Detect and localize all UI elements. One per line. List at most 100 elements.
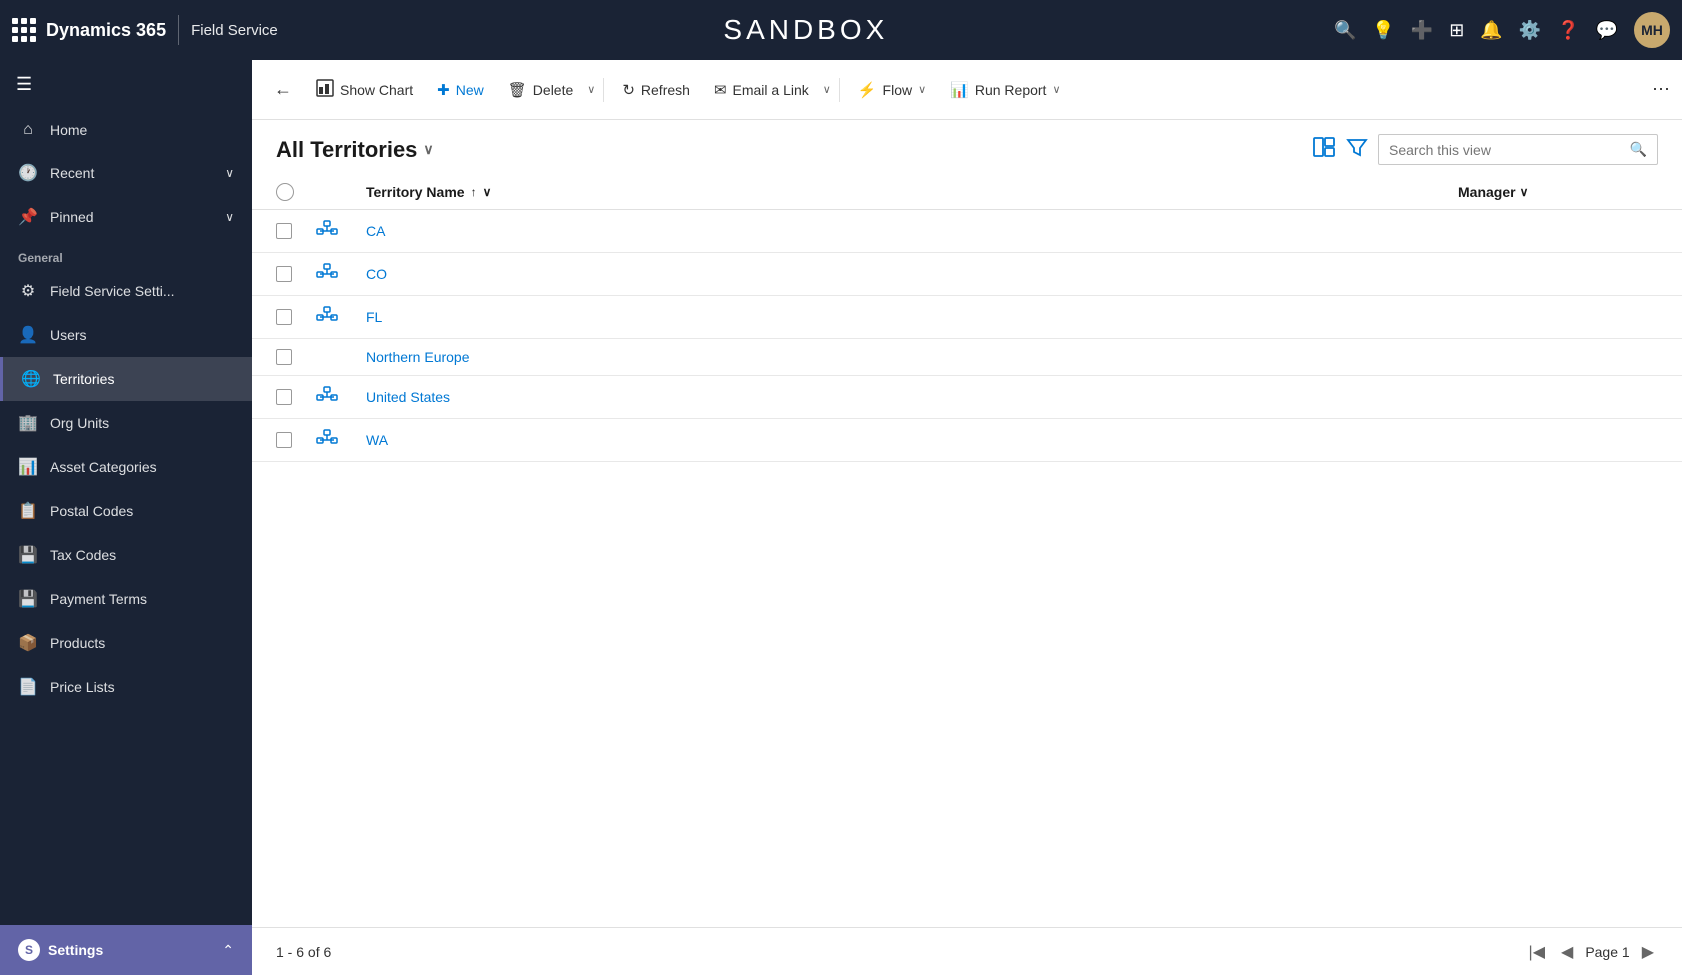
more-actions-chevron[interactable]: ∨ [587,83,595,96]
filter-icon[interactable]: ⊞ [1449,20,1464,41]
waffle-icon[interactable] [12,18,36,42]
sidebar-item-pinned[interactable]: 📌 Pinned ∨ [0,195,252,239]
home-icon: ⌂ [18,121,38,139]
user-avatar[interactable]: MH [1634,12,1670,48]
sidebar-item-postal-codes[interactable]: 📋 Postal Codes [0,489,252,533]
row-checkbox[interactable] [276,432,316,448]
module-name: Field Service [191,22,278,39]
flow-button[interactable]: ⚡ Flow ∨ [848,75,936,105]
layout-icon[interactable] [1312,135,1336,165]
row-checkbox[interactable] [276,223,316,239]
table-row[interactable]: WA [252,419,1682,462]
bell-icon[interactable]: 🔔 [1480,20,1502,41]
asset-icon: 📊 [18,457,38,477]
sidebar-item-home[interactable]: ⌂ Home [0,109,252,151]
email-chevron[interactable]: ∨ [823,83,831,96]
nav-logo[interactable]: Dynamics 365 [12,18,166,42]
settings-icon[interactable]: ⚙️ [1519,20,1541,41]
territory-name-cell[interactable]: FL [366,309,1458,325]
territory-name-label: Territory Name [366,184,465,200]
table-row[interactable]: CA [252,210,1682,253]
refresh-button[interactable]: ↻ Refresh [612,75,700,105]
first-page-button[interactable]: |◀ [1525,938,1549,966]
row-icon [316,386,366,408]
sidebar-item-org-units[interactable]: 🏢 Org Units [0,401,252,445]
checkbox[interactable] [276,266,292,282]
more-button[interactable]: ⋯ [1652,79,1670,100]
select-all-checkbox[interactable] [276,183,294,201]
new-button[interactable]: ✚ New [427,75,494,105]
delete-button[interactable]: 🗑 Delete [498,75,584,105]
sort-chevron-icon[interactable]: ∨ [483,185,492,199]
data-table: Territory Name ↑ ∨ Manager ∨ [252,175,1682,927]
checkbox[interactable] [276,309,292,325]
table-row[interactable]: CO [252,253,1682,296]
flow-label: Flow [883,82,913,98]
sidebar-item-payment-terms[interactable]: 💾 Payment Terms [0,577,252,621]
chart-icon [316,79,334,101]
territory-name-cell[interactable]: WA [366,432,1458,448]
header-checkbox[interactable] [276,183,316,201]
prev-page-button[interactable]: ◀ [1557,938,1577,966]
chevron-down-icon: ∨ [225,210,234,224]
sidebar-item-label: Price Lists [50,679,115,695]
sidebar-item-products[interactable]: 📦 Products [0,621,252,665]
run-report-button[interactable]: 📊 Run Report ∨ [940,75,1070,105]
search-box[interactable]: 🔍 [1378,134,1658,165]
row-checkbox[interactable] [276,389,316,405]
sidebar-item-recent[interactable]: 🕐 Recent ∨ [0,151,252,195]
refresh-icon: ↻ [622,81,635,99]
sidebar-item-field-service-settings[interactable]: ⚙ Field Service Setti... [0,269,252,313]
table-row[interactable]: FL [252,296,1682,339]
territory-name-cell[interactable]: Northern Europe [366,349,1458,365]
checkbox[interactable] [276,223,292,239]
checkbox[interactable] [276,389,292,405]
page-label: Page 1 [1585,944,1629,960]
territory-name-header[interactable]: Territory Name ↑ ∨ [366,184,1458,200]
flow-chevron[interactable]: ∨ [918,83,926,96]
product-icon: 📦 [18,633,38,653]
sidebar-item-label: Users [50,327,87,343]
filter-icon[interactable] [1346,136,1368,164]
manager-label: Manager [1458,184,1516,200]
show-chart-button[interactable]: Show Chart [306,73,423,107]
hamburger-button[interactable]: ☰ [0,60,252,109]
pagination: |◀ ◀ Page 1 ▶ [1525,938,1658,966]
sidebar-item-asset-categories[interactable]: 📊 Asset Categories [0,445,252,489]
payment-icon: 💾 [18,589,38,609]
manager-header[interactable]: Manager ∨ [1458,184,1658,200]
checkbox[interactable] [276,432,292,448]
checkbox[interactable] [276,349,292,365]
sidebar-item-territories[interactable]: 🌐 Territories [0,357,252,401]
email-link-button[interactable]: ✉ Email a Link [704,75,819,105]
lightbulb-icon[interactable]: 💡 [1372,20,1394,41]
plus-icon[interactable]: ➕ [1411,20,1433,41]
next-page-button[interactable]: ▶ [1638,938,1658,966]
table-row[interactable]: United States [252,376,1682,419]
sidebar-item-price-lists[interactable]: 📄 Price Lists [0,665,252,709]
view-title-chevron-icon[interactable]: ∨ [423,141,433,158]
territory-name-cell[interactable]: United States [366,389,1458,405]
territory-name-cell[interactable]: CO [366,266,1458,282]
search-icon[interactable]: 🔍 [1630,141,1647,158]
territory-name-cell[interactable]: CA [366,223,1458,239]
row-checkbox[interactable] [276,349,316,365]
new-label: New [456,82,484,98]
delete-label: Delete [533,82,573,98]
report-chevron[interactable]: ∨ [1052,83,1060,96]
row-checkbox[interactable] [276,309,316,325]
table-row[interactable]: Northern Europe [252,339,1682,376]
email-icon: ✉ [714,81,727,99]
row-checkbox[interactable] [276,266,316,282]
settings-footer[interactable]: S Settings ⌃ [0,925,252,975]
back-button[interactable]: ← [264,73,302,106]
sidebar-item-tax-codes[interactable]: 💾 Tax Codes [0,533,252,577]
sidebar: ☰ ⌂ Home 🕐 Recent ∨ 📌 Pinned ∨ General ⚙… [0,60,252,975]
sidebar-item-users[interactable]: 👤 Users [0,313,252,357]
manager-chevron-icon[interactable]: ∨ [1520,185,1529,199]
chat-icon[interactable]: 💬 [1596,20,1618,41]
row-icon [316,306,366,328]
search-icon[interactable]: 🔍 [1334,20,1356,41]
search-input[interactable] [1389,142,1622,158]
help-icon[interactable]: ❓ [1557,20,1579,41]
